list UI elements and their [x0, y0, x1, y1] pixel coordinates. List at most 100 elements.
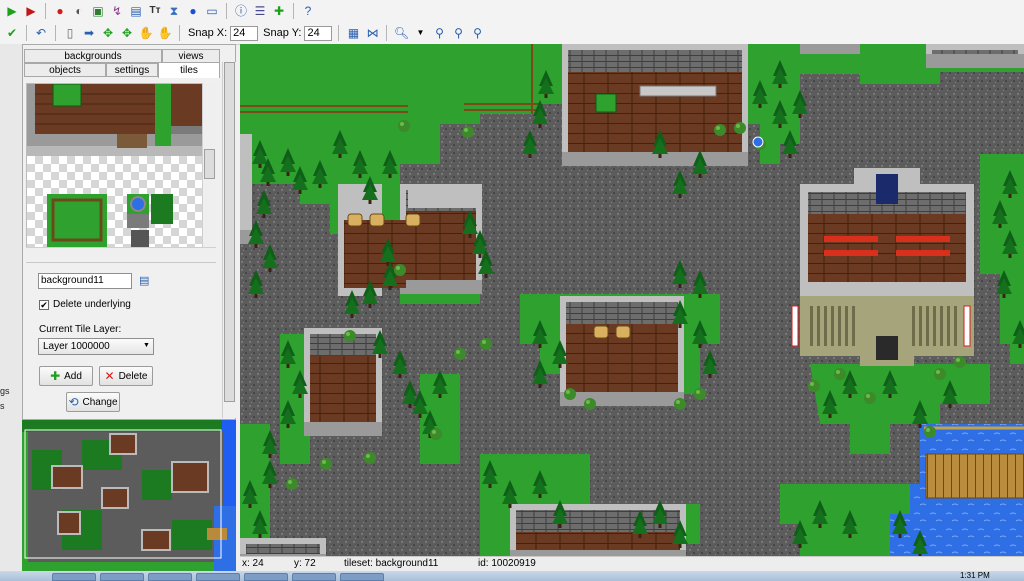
separator [338, 25, 340, 41]
taskbar-app[interactable] [148, 573, 192, 581]
snap-x-label: Snap X: [188, 27, 228, 39]
castle-column [824, 306, 827, 346]
create-room-icon[interactable]: ▭ [204, 3, 220, 19]
isometric-grid-icon[interactable]: ⋈ [364, 25, 380, 41]
table [405, 213, 421, 227]
house-back-wall [310, 334, 376, 356]
undo-icon[interactable]: ↶ [33, 25, 49, 41]
create-font-icon[interactable]: Tт [147, 3, 163, 19]
plus-icon: ✚ [50, 369, 61, 383]
background-name-field[interactable]: background11 [38, 273, 132, 289]
tile-layer-select[interactable]: Layer 1000000 ▼ [38, 338, 154, 355]
extension-icon[interactable]: ✚ [271, 3, 287, 19]
tab-objects[interactable]: objects [24, 63, 106, 77]
resource-tree-edge: gs s [0, 44, 23, 571]
zoom-icon[interactable]: 🔍︎ [393, 25, 409, 41]
tileset-hscrollbar[interactable] [26, 247, 216, 259]
bush [924, 426, 936, 438]
tileset-scrollbar[interactable] [202, 83, 216, 247]
taskbar-app[interactable] [100, 573, 144, 581]
castle-carpet [824, 236, 878, 242]
house-front-wall [400, 280, 482, 294]
castle-column [947, 306, 950, 346]
castle-gate [876, 336, 898, 360]
delete-layer-button[interactable]: ✕ Delete [99, 366, 153, 386]
taskbar-app[interactable] [196, 573, 240, 581]
table [593, 325, 609, 339]
add-layer-button[interactable]: ✚ Add [39, 366, 93, 386]
counter [639, 85, 717, 97]
move-icon[interactable]: ✥ [100, 25, 116, 41]
bush [364, 452, 376, 464]
unlock-icon[interactable]: ✋ [157, 25, 173, 41]
zoom-out-icon[interactable]: ⚲ [431, 25, 447, 41]
house-front-wall [562, 152, 748, 166]
bush [344, 330, 356, 342]
create-timeline-icon[interactable]: ⧗ [166, 3, 182, 19]
debug-run-icon[interactable]: ▶ [23, 3, 39, 19]
bush [734, 122, 746, 134]
bush [714, 124, 726, 136]
game-info-icon[interactable]: ⓘ [233, 3, 249, 19]
resize-icon[interactable]: ✥ [119, 25, 135, 41]
bush [394, 264, 406, 276]
tileset-scrollbar-thumb[interactable] [204, 149, 215, 179]
global-settings-icon[interactable]: ☰ [252, 3, 268, 19]
new-icon[interactable]: ▯ [62, 25, 78, 41]
tab-views[interactable]: views [162, 49, 220, 63]
create-sprite-icon[interactable]: ● [52, 3, 68, 19]
delete-underlying-checkbox[interactable]: ✔ [39, 300, 49, 310]
taskbar-app[interactable] [244, 573, 288, 581]
zoom-reset-icon[interactable]: ⚲ [450, 25, 466, 41]
castle-column [940, 306, 943, 346]
bush [454, 348, 466, 360]
house-front-wall [800, 44, 860, 54]
chevron-down-icon[interactable]: ▼ [412, 25, 428, 41]
divider [26, 262, 216, 263]
bush [808, 380, 820, 392]
refresh-icon: ⟲ [68, 395, 79, 409]
shift-right-icon[interactable]: ➡ [81, 25, 97, 41]
run-icon[interactable]: ▶ [4, 3, 20, 19]
lock-icon[interactable]: ✋ [138, 25, 154, 41]
taskbar-app[interactable] [52, 573, 96, 581]
create-script-icon[interactable]: ▤ [128, 3, 144, 19]
tab-settings[interactable]: settings [106, 63, 158, 77]
separator [45, 3, 46, 19]
room-canvas[interactable] [240, 44, 1024, 556]
create-sound-icon[interactable]: ◐ [71, 3, 87, 19]
panel-scrollbar[interactable] [222, 62, 236, 418]
tileset-preview[interactable] [26, 83, 204, 249]
room-minimap[interactable] [22, 420, 236, 571]
create-path-icon[interactable]: ↯ [109, 3, 125, 19]
help-icon[interactable]: ? [300, 3, 316, 19]
change-layer-button[interactable]: ⟲ Change [66, 392, 120, 412]
delete-underlying-label: Delete underlying [53, 299, 131, 310]
create-background-icon[interactable]: ▣ [90, 3, 106, 19]
tab-tiles[interactable]: tiles [158, 62, 220, 78]
grid-icon[interactable]: ▦ [345, 25, 361, 41]
status-tileset: tileset: background11 [344, 558, 439, 569]
bush [430, 428, 442, 440]
tileset-overlay [47, 194, 173, 248]
taskbar-app[interactable] [292, 573, 336, 581]
house-wall [240, 134, 252, 244]
panel-scrollbar-thumb[interactable] [224, 62, 235, 402]
change-label: Change [82, 396, 118, 408]
tab-label: tiles [180, 65, 198, 76]
bush [584, 398, 596, 410]
browse-background-icon[interactable]: ▤ [139, 274, 149, 287]
snap-y-input[interactable] [304, 25, 333, 41]
add-label: Add [64, 370, 82, 382]
pole [963, 305, 971, 347]
table [615, 325, 631, 339]
ok-check-icon[interactable]: ✔ [4, 25, 20, 41]
zoom-in-icon[interactable]: ⚲ [469, 25, 485, 41]
taskbar-app[interactable] [340, 573, 384, 581]
house-front-wall [560, 392, 684, 406]
snap-x-input[interactable] [230, 25, 259, 41]
create-object-icon[interactable]: ● [185, 3, 201, 19]
bush [954, 356, 966, 368]
tab-backgrounds[interactable]: backgrounds [24, 49, 162, 63]
bush [934, 368, 946, 380]
